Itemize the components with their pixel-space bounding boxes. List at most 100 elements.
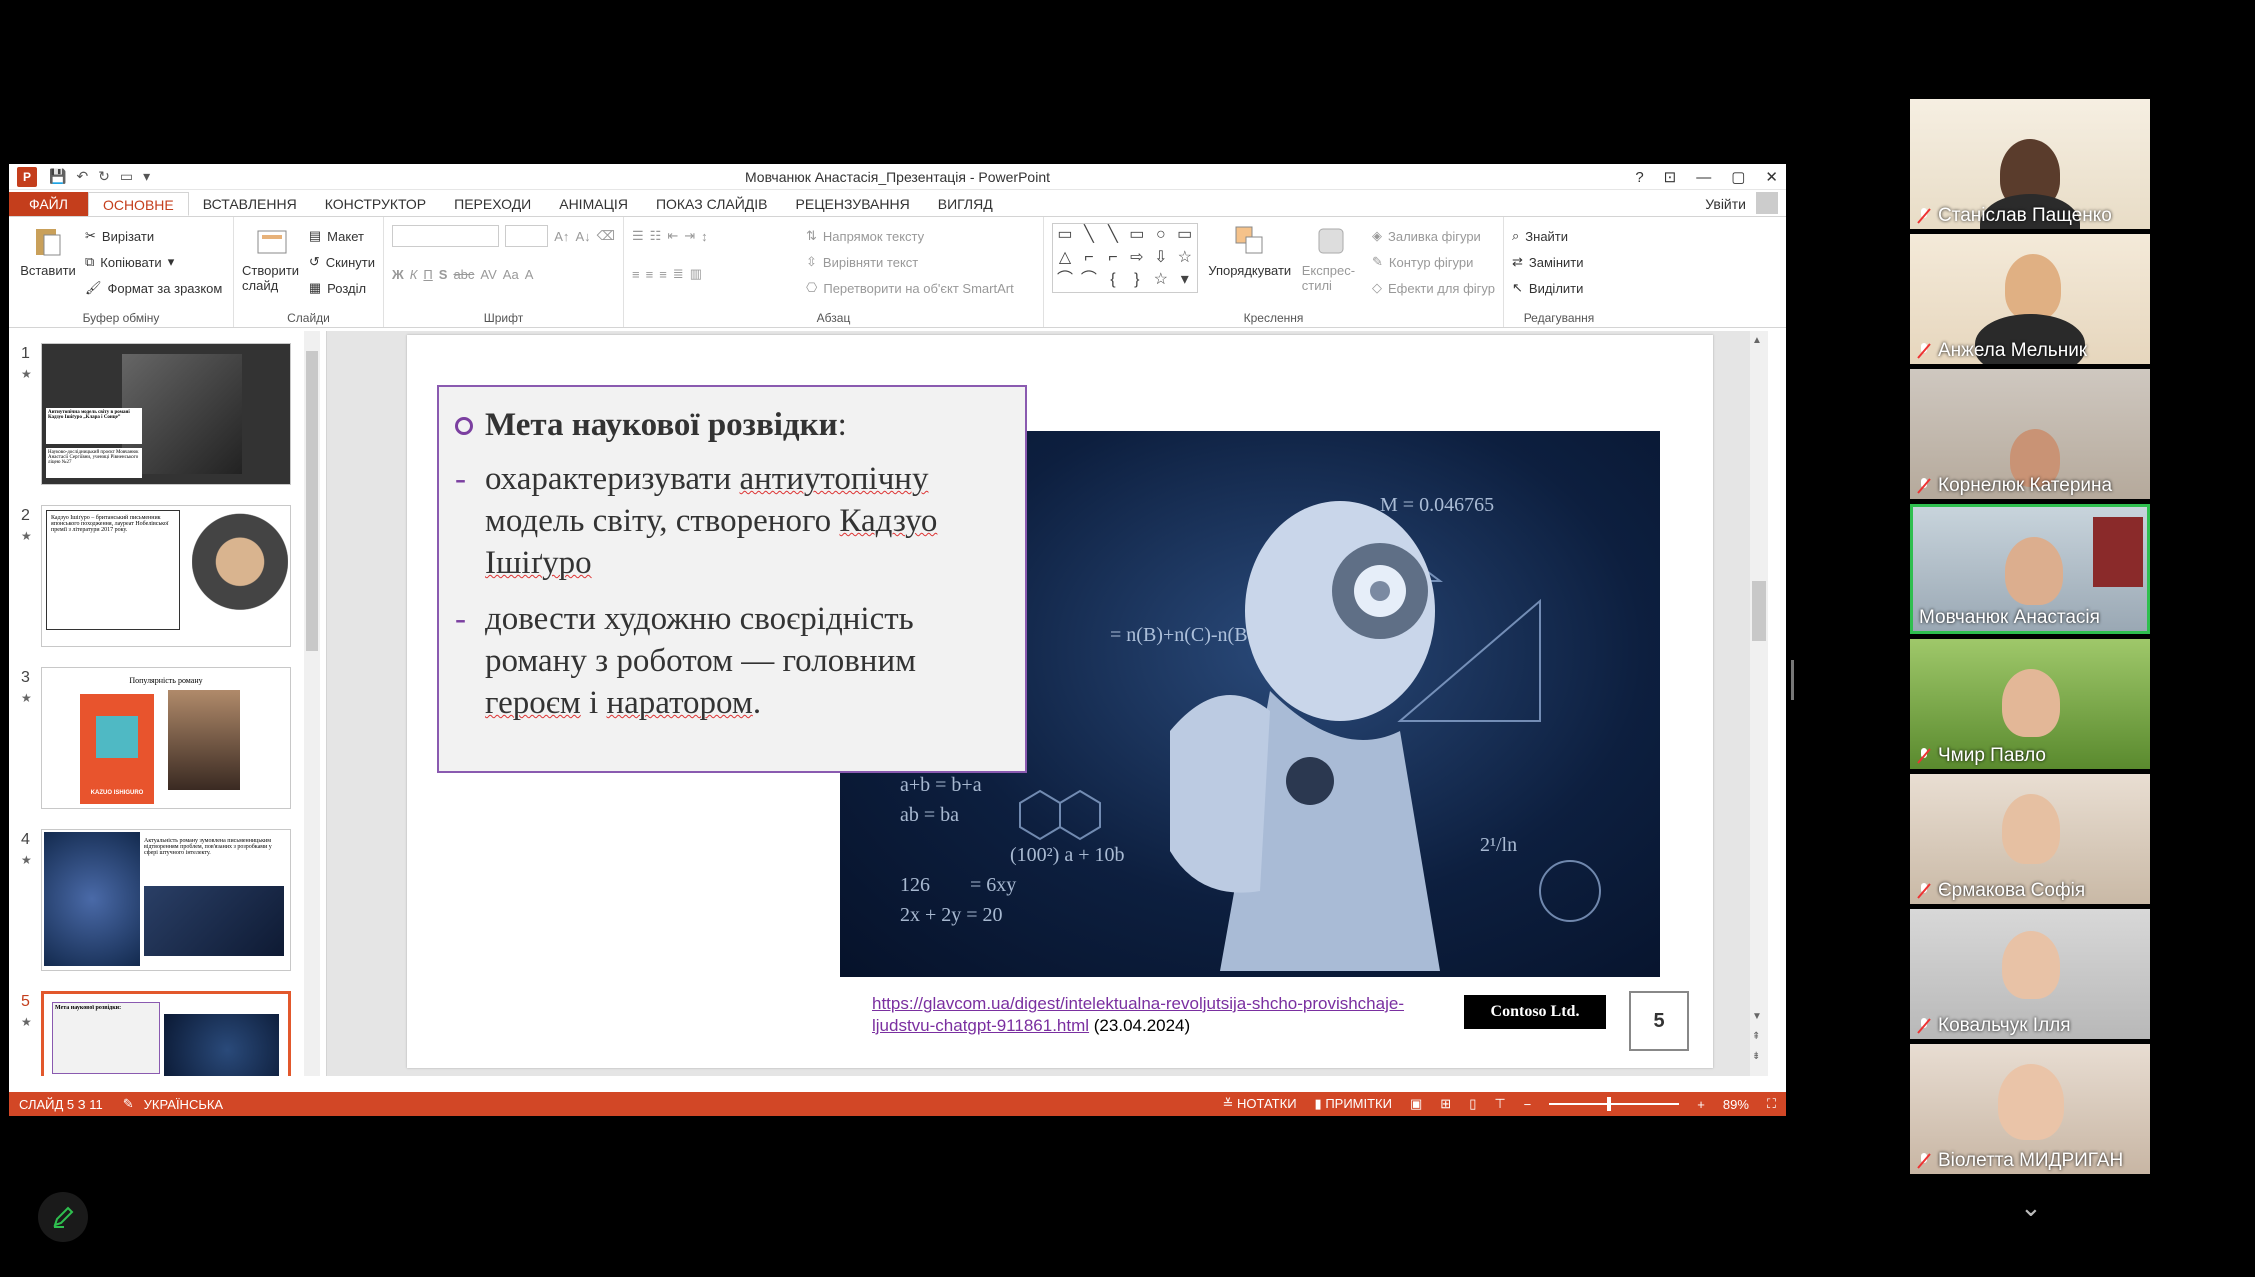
- ribbon-display-icon[interactable]: ⊡: [1664, 168, 1677, 186]
- fit-slide-icon[interactable]: ⛶: [1767, 1096, 1776, 1112]
- close-button[interactable]: ✕: [1765, 168, 1778, 186]
- grow-font-icon[interactable]: A↑: [554, 229, 569, 244]
- strike-button[interactable]: abc: [453, 267, 474, 282]
- shapes-gallery[interactable]: ▭ ╲ ╲ ▭ ○ ▭ △ ⌐ ⌐ ⇨ ⇩ ☆ ⌒ ⌒{} ☆ ▾: [1052, 223, 1198, 293]
- align-left-icon[interactable]: ≡: [632, 267, 640, 282]
- shape-fill-button[interactable]: ◈ Заливка фігури: [1372, 223, 1495, 249]
- zoom-slider[interactable]: [1549, 1097, 1680, 1111]
- font-color-button[interactable]: A: [525, 267, 534, 282]
- qat-customize-icon[interactable]: ▾: [143, 168, 150, 185]
- slide-scrollbar[interactable]: ▲ ▼ ⇞ ⇟: [1750, 331, 1768, 1076]
- annotate-button[interactable]: [38, 1192, 88, 1242]
- tab-view[interactable]: ВИГЛЯД: [924, 192, 1007, 216]
- participant-tile[interactable]: Віолетта МИДРИГАН: [1910, 1044, 2150, 1174]
- align-center-icon[interactable]: ≡: [646, 267, 654, 282]
- slideshow-icon[interactable]: ⊤: [1494, 1096, 1505, 1112]
- underline-button[interactable]: П: [423, 267, 432, 282]
- tab-slideshow[interactable]: ПОКАЗ СЛАЙДІВ: [642, 192, 782, 216]
- language-indicator[interactable]: УКРАЇНСЬКА: [144, 1097, 223, 1112]
- layout-button[interactable]: ▤ Макет: [309, 223, 375, 249]
- signin-link[interactable]: Увійти: [1705, 196, 1746, 212]
- notes-button[interactable]: ≚ НОТАТКИ: [1223, 1096, 1297, 1112]
- columns-icon[interactable]: ▥: [690, 266, 702, 282]
- restore-button[interactable]: ▢: [1731, 168, 1745, 186]
- find-button[interactable]: ⌕ Знайти: [1512, 223, 1606, 249]
- select-button[interactable]: ↖ Виділити: [1512, 275, 1606, 301]
- slide-thumbnail-2[interactable]: Кадзуо Ішіґуро – британський письменник …: [41, 505, 291, 647]
- scrollbar-thumb[interactable]: [306, 351, 318, 651]
- current-slide[interactable]: a(bc) = (ab)c a+b = b+a ab = ba 126 = 6x…: [407, 335, 1713, 1068]
- goal-textbox[interactable]: Мета наукової розвідки: - охарактеризува…: [437, 385, 1027, 773]
- line-spacing-icon[interactable]: ↕: [701, 229, 708, 244]
- participant-tile[interactable]: Анжела Мельник: [1910, 234, 2150, 364]
- new-slide-button[interactable]: Створити слайд: [242, 223, 303, 301]
- justify-icon[interactable]: ≣: [673, 266, 684, 282]
- copy-button[interactable]: ⧉ Копіювати ▾: [85, 249, 222, 275]
- smartart-button[interactable]: ⎔ Перетворити на об'єкт SmartArt: [806, 275, 1014, 301]
- previous-slide-icon[interactable]: ⇞: [1752, 1031, 1760, 1042]
- scroll-up-icon[interactable]: ▲: [1752, 335, 1762, 346]
- bold-button[interactable]: Ж: [392, 267, 404, 282]
- participant-tile[interactable]: Чмир Павло: [1910, 639, 2150, 769]
- clear-format-icon[interactable]: ⌫: [597, 228, 615, 244]
- section-button[interactable]: ▦ Розділ: [309, 275, 375, 301]
- spacing-button[interactable]: AV: [480, 267, 496, 282]
- start-slideshow-icon[interactable]: ▭: [120, 168, 133, 185]
- cut-button[interactable]: ✂ Вирізати: [85, 223, 222, 249]
- tab-transitions[interactable]: ПЕРЕХОДИ: [440, 192, 545, 216]
- zoom-level[interactable]: 89%: [1723, 1097, 1749, 1112]
- slide-thumbnail-5[interactable]: Мета наукової розвідки:: [41, 991, 291, 1076]
- panel-resize-handle[interactable]: [1791, 660, 1794, 700]
- tab-file[interactable]: ФАЙЛ: [9, 192, 88, 216]
- slide-thumbnail-1[interactable]: Антиутопічна модель світу в романі Кадзу…: [41, 343, 291, 485]
- reset-button[interactable]: ↺ Скинути: [309, 249, 375, 275]
- redo-icon[interactable]: ↻: [98, 168, 110, 185]
- reading-view-icon[interactable]: ▯: [1469, 1096, 1476, 1112]
- tab-design[interactable]: КОНСТРУКТОР: [311, 192, 440, 216]
- arrange-button[interactable]: Упорядкувати: [1208, 223, 1291, 301]
- shape-effects-button[interactable]: ◇ Ефекти для фігур: [1372, 275, 1495, 301]
- paste-button[interactable]: Вставити: [17, 223, 79, 301]
- slide-sorter-icon[interactable]: ⊞: [1440, 1096, 1451, 1112]
- numbering-icon[interactable]: ☷: [650, 228, 662, 244]
- text-direction-button[interactable]: ⇅ Напрямок тексту: [806, 223, 1014, 249]
- normal-view-icon[interactable]: ▣: [1410, 1096, 1422, 1112]
- slide-thumbnail-4[interactable]: Актуальність роману зумовлена письменниц…: [41, 829, 291, 971]
- help-button[interactable]: ?: [1635, 169, 1643, 186]
- case-button[interactable]: Aa: [503, 267, 519, 282]
- participant-tile[interactable]: Єрмакова Софія: [1910, 774, 2150, 904]
- slide-thumbnail-3[interactable]: Популярність роману KAZUO ISHIGURO: [41, 667, 291, 809]
- quick-styles-button[interactable]: Експрес-стилі: [1302, 223, 1360, 301]
- save-icon[interactable]: 💾: [49, 168, 66, 185]
- increase-indent-icon[interactable]: ⇥: [684, 228, 695, 244]
- comments-button[interactable]: ▮ ПРИМІТКИ: [1315, 1096, 1392, 1112]
- user-avatar[interactable]: [1756, 192, 1778, 214]
- minimize-button[interactable]: —: [1696, 169, 1711, 186]
- font-size-select[interactable]: [505, 225, 549, 247]
- thumbnail-scrollbar[interactable]: [304, 331, 320, 1076]
- chevron-down-icon[interactable]: ⌄: [2020, 1192, 2042, 1223]
- italic-button[interactable]: К: [410, 267, 418, 282]
- participant-tile[interactable]: Ковальчук Ілля: [1910, 909, 2150, 1039]
- shape-outline-button[interactable]: ✎ Контур фігури: [1372, 249, 1495, 275]
- zoom-out-icon[interactable]: −: [1524, 1097, 1532, 1112]
- scrollbar-thumb[interactable]: [1752, 581, 1766, 641]
- participant-tile[interactable]: Корнелюк Катерина: [1910, 369, 2150, 499]
- undo-icon[interactable]: ↶: [76, 168, 88, 185]
- decrease-indent-icon[interactable]: ⇤: [667, 228, 678, 244]
- replace-button[interactable]: ⇄ Замінити: [1512, 249, 1606, 275]
- next-slide-icon[interactable]: ⇟: [1752, 1051, 1760, 1062]
- tab-insert[interactable]: ВСТАВЛЕННЯ: [189, 192, 311, 216]
- tab-home[interactable]: ОСНОВНЕ: [87, 192, 189, 216]
- zoom-slider-knob[interactable]: [1607, 1097, 1612, 1111]
- font-name-select[interactable]: [392, 225, 500, 247]
- participant-tile[interactable]: Станіслав Пащенко: [1910, 99, 2150, 229]
- tab-animations[interactable]: АНІМАЦІЯ: [545, 192, 642, 216]
- shrink-font-icon[interactable]: A↓: [575, 229, 590, 244]
- format-painter-button[interactable]: 🖌 Формат за зразком: [85, 275, 222, 301]
- bullets-icon[interactable]: ☰: [632, 228, 644, 244]
- spellcheck-icon[interactable]: ✎: [123, 1096, 134, 1112]
- align-text-button[interactable]: ⇳ Вирівняти текст: [806, 249, 1014, 275]
- scroll-down-icon[interactable]: ▼: [1752, 1011, 1762, 1022]
- align-right-icon[interactable]: ≡: [659, 267, 667, 282]
